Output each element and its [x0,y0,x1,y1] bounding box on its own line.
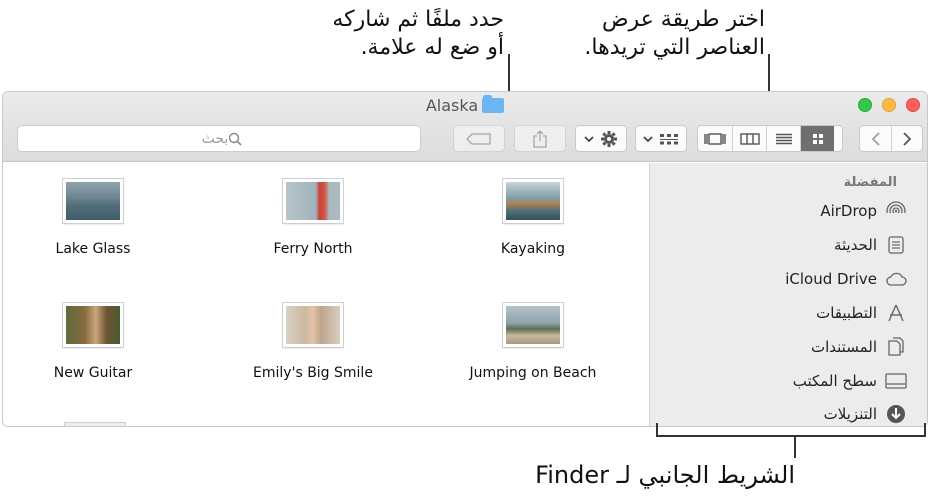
navigation-buttons [859,125,923,152]
callout-share-tag-line1: حدد ملفًا ثم شاركه [332,7,504,32]
close-button[interactable] [906,98,920,112]
sidebar-item-label: المستندات [810,338,877,356]
sidebar-item-label: iCloud Drive [785,270,877,288]
window-title: Alaska [3,95,927,115]
tag-icon [466,132,491,145]
tag-button[interactable] [453,125,505,152]
search-field[interactable]: بحث [17,125,421,152]
downloads-icon [885,403,907,425]
sidebar-bracket [656,423,926,437]
chevron-right-icon [903,131,912,146]
list-view-icon [775,133,792,144]
photo-thumbnail [283,303,343,347]
sidebar-item-applications[interactable]: التطبيقات [816,300,907,326]
file-item[interactable]: Lake Glass [3,179,193,257]
recents-icon [885,234,907,256]
search-icon [229,132,242,146]
sidebar-item-label: AirDrop [820,202,877,220]
callout-view-mode: اختر طريقة عرض العناصر التي تريدها. [584,6,765,62]
photo-thumbnail [503,303,563,347]
photo-thumbnail [503,179,563,223]
sidebar: المفضلة AirDrop الحديثة iCloud Drive الت… [649,163,927,426]
file-area: Lake Glass Ferry North Kayaking New Guit… [3,163,649,426]
gallery-view-button[interactable] [698,126,732,151]
sidebar-item-label: سطح المكتب [792,372,877,390]
sidebar-item-recents[interactable]: الحديثة [834,232,907,258]
documents-icon [885,336,907,358]
partial-file-thumbnail [64,422,126,426]
file-item[interactable]: New Guitar [3,303,193,381]
callout-view-mode-line1: اختر طريقة عرض [601,7,765,32]
file-name: Emily's Big Smile [253,365,373,381]
file-name: New Guitar [53,365,133,381]
icon-view-button[interactable] [800,126,834,151]
finder-window: Alaska بحث Lake Glass Ferry North Kayaki… [2,91,928,427]
window-title-text: Alaska [425,96,479,115]
share-button[interactable] [514,125,566,152]
file-item[interactable]: Jumping on Beach [433,303,633,381]
zoom-button[interactable] [858,98,872,112]
action-button[interactable] [575,125,627,152]
chevron-left-icon [871,131,880,146]
cloud-icon [885,268,907,290]
column-view-icon [739,132,760,145]
file-name: Jumping on Beach [469,365,597,381]
sidebar-item-label: الحديثة [833,236,877,254]
back-button[interactable] [860,126,891,151]
view-mode-control [697,125,843,152]
chevron-down-icon [584,135,594,142]
forward-button[interactable] [891,126,922,151]
file-item[interactable]: Kayaking [433,179,633,257]
sidebar-leader-vertical [794,436,796,458]
file-name: Lake Glass [55,241,131,257]
file-name: Kayaking [500,241,566,257]
screenshot: حدد ملفًا ثم شاركه أو ضع له علامة. اختر … [0,0,931,497]
group-icon [660,133,678,144]
chevron-down-icon [643,135,653,142]
desktop-icon [885,370,907,392]
sidebar-item-airdrop[interactable]: AirDrop [820,198,907,224]
sidebar-item-documents[interactable]: المستندات [811,334,907,360]
file-item[interactable]: Emily's Big Smile [213,303,413,381]
callout-view-mode-line2: العناصر التي تريدها. [584,35,765,60]
sidebar-item-icloud-drive[interactable]: iCloud Drive [785,266,907,292]
applications-icon [885,302,907,324]
sidebar-item-label: التنزيلات [823,405,877,423]
list-view-button[interactable] [766,126,800,151]
photo-thumbnail [63,179,123,223]
sidebar-header: المفضلة [843,175,897,190]
photo-thumbnail [63,303,123,347]
callout-sidebar: الشريط الجانبي لـ Finder [535,461,795,489]
icon-view-icon [812,133,823,144]
sidebar-item-desktop[interactable]: سطح المكتب [793,368,907,394]
column-view-button[interactable] [732,126,766,151]
gallery-view-icon [704,132,726,145]
folder-icon [482,95,505,113]
photo-thumbnail [283,179,343,223]
gear-icon [601,130,617,147]
group-by-button[interactable] [635,125,687,152]
callout-share-tag: حدد ملفًا ثم شاركه أو ضع له علامة. [332,6,504,62]
file-item[interactable]: Ferry North [213,179,413,257]
minimize-button[interactable] [882,98,896,112]
file-name: Ferry North [273,241,353,257]
share-icon [533,129,547,148]
callout-share-tag-line2: أو ضع له علامة. [360,35,504,60]
search-placeholder: بحث [201,130,229,147]
toolbar: Alaska بحث [3,92,927,162]
sidebar-item-label: التطبيقات [816,304,877,322]
airdrop-icon [885,200,907,222]
